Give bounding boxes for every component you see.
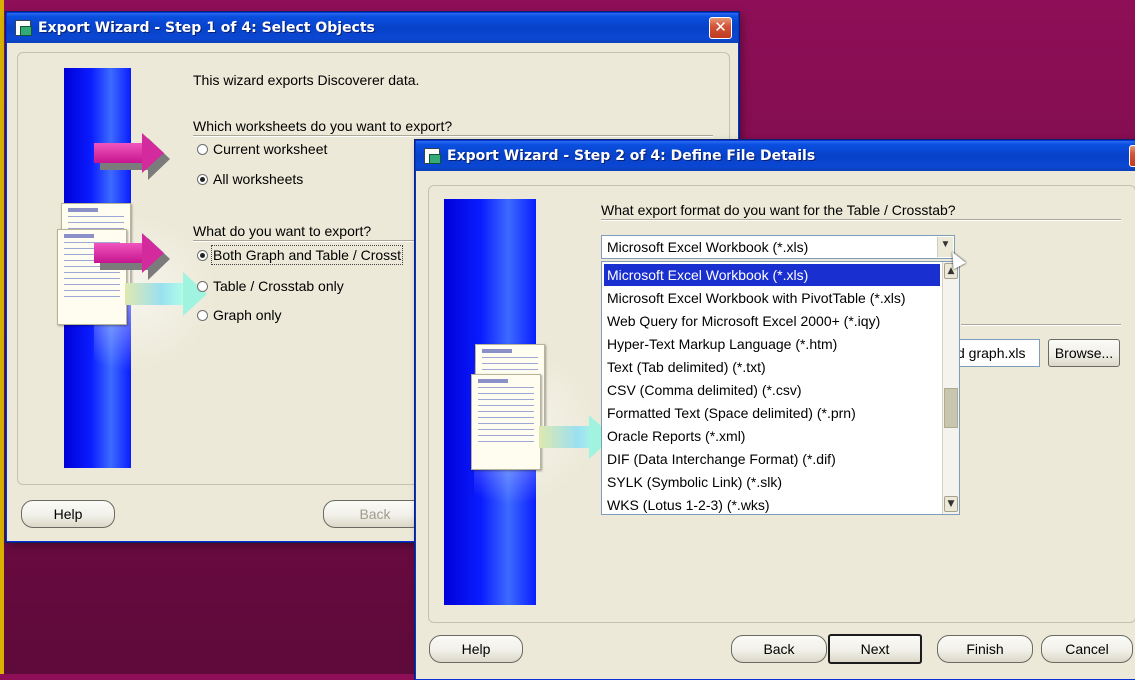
back-button-step2[interactable]: Back	[731, 635, 827, 663]
close-icon[interactable]: ✕	[1129, 145, 1135, 167]
export-format-selected-value: Microsoft Excel Workbook (*.xls)	[607, 239, 809, 255]
browse-button[interactable]: Browse...	[1048, 339, 1120, 367]
pink-arrow-icon	[94, 133, 170, 180]
cancel-button[interactable]: Cancel	[1041, 635, 1133, 663]
help-button-step2[interactable]: Help	[429, 635, 523, 663]
next-button[interactable]: Next	[828, 634, 922, 664]
title-bar[interactable]: Export Wizard - Step 1 of 4: Select Obje…	[7, 13, 738, 43]
format-option-xml[interactable]: Oracle Reports (*.xml)	[604, 425, 745, 447]
pink-arrow-icon	[94, 233, 170, 280]
format-option-htm[interactable]: Hyper-Text Markup Language (*.htm)	[604, 333, 837, 355]
export-format-select[interactable]: Microsoft Excel Workbook (*.xls) ▼	[601, 235, 955, 259]
both-graph-table-label[interactable]: Both Graph and Table / Crosst	[210, 245, 404, 265]
export-question: What do you want to export?	[193, 223, 372, 239]
wizard-window-icon	[424, 148, 441, 164]
format-option-csv[interactable]: CSV (Comma delimited) (*.csv)	[604, 379, 801, 401]
format-option-wks[interactable]: WKS (Lotus 1-2-3) (*.wks)	[604, 494, 770, 516]
table-crosstab-only-label[interactable]: Table / Crosstab only	[213, 278, 344, 294]
documents-graphic-icon	[471, 344, 613, 470]
graph-only-label[interactable]: Graph only	[213, 307, 281, 323]
title-bar[interactable]: Export Wizard - Step 2 of 4: Define File…	[416, 141, 1135, 171]
window-title: Export Wizard - Step 2 of 4: Define File…	[447, 148, 816, 164]
format-option-xls-pivot[interactable]: Microsoft Excel Workbook with PivotTable…	[604, 287, 906, 309]
current-worksheet-label[interactable]: Current worksheet	[213, 141, 327, 157]
wizard-intro-text: This wizard exports Discoverer data.	[193, 72, 420, 88]
worksheets-question: Which worksheets do you want to export?	[193, 118, 453, 134]
format-option-prn[interactable]: Formatted Text (Space delimited) (*.prn)	[604, 402, 856, 424]
all-worksheets-label[interactable]: All worksheets	[213, 171, 303, 187]
export-wizard-step2-window: Export Wizard - Step 2 of 4: Define File…	[415, 140, 1135, 680]
all-worksheets-radio[interactable]	[197, 174, 208, 185]
help-button-step1[interactable]: Help	[21, 500, 115, 528]
format-option-iqy[interactable]: Web Query for Microsoft Excel 2000+ (*.i…	[604, 310, 880, 332]
scrollbar-thumb[interactable]	[944, 388, 958, 428]
slide-edge	[0, 0, 4, 674]
format-option-txt[interactable]: Text (Tab delimited) (*.txt)	[604, 356, 766, 378]
format-question: What export format do you want for the T…	[601, 202, 956, 218]
finish-button[interactable]: Finish	[937, 635, 1033, 663]
format-option-slk[interactable]: SYLK (Symbolic Link) (*.slk)	[604, 471, 782, 493]
dropdown-scrollbar[interactable]: ▲ ▼	[942, 262, 959, 514]
back-button-step1[interactable]: Back	[323, 500, 427, 528]
table-crosstab-only-radio[interactable]	[197, 281, 208, 292]
window-title: Export Wizard - Step 1 of 4: Select Obje…	[38, 20, 375, 36]
export-format-dropdown-list: Microsoft Excel Workbook (*.xls) Microso…	[601, 261, 960, 515]
graph-only-radio[interactable]	[197, 310, 208, 321]
scroll-down-arrow-icon[interactable]: ▼	[944, 496, 958, 512]
file-name-value: d graph.xls	[957, 345, 1026, 361]
format-option-dif[interactable]: DIF (Data Interchange Format) (*.dif)	[604, 448, 836, 470]
both-graph-table-radio[interactable]	[197, 250, 208, 261]
wizard-window-icon	[15, 20, 32, 36]
current-worksheet-radio[interactable]	[197, 144, 208, 155]
format-option-xls[interactable]: Microsoft Excel Workbook (*.xls)	[604, 264, 940, 286]
close-icon[interactable]: ✕	[709, 17, 732, 39]
